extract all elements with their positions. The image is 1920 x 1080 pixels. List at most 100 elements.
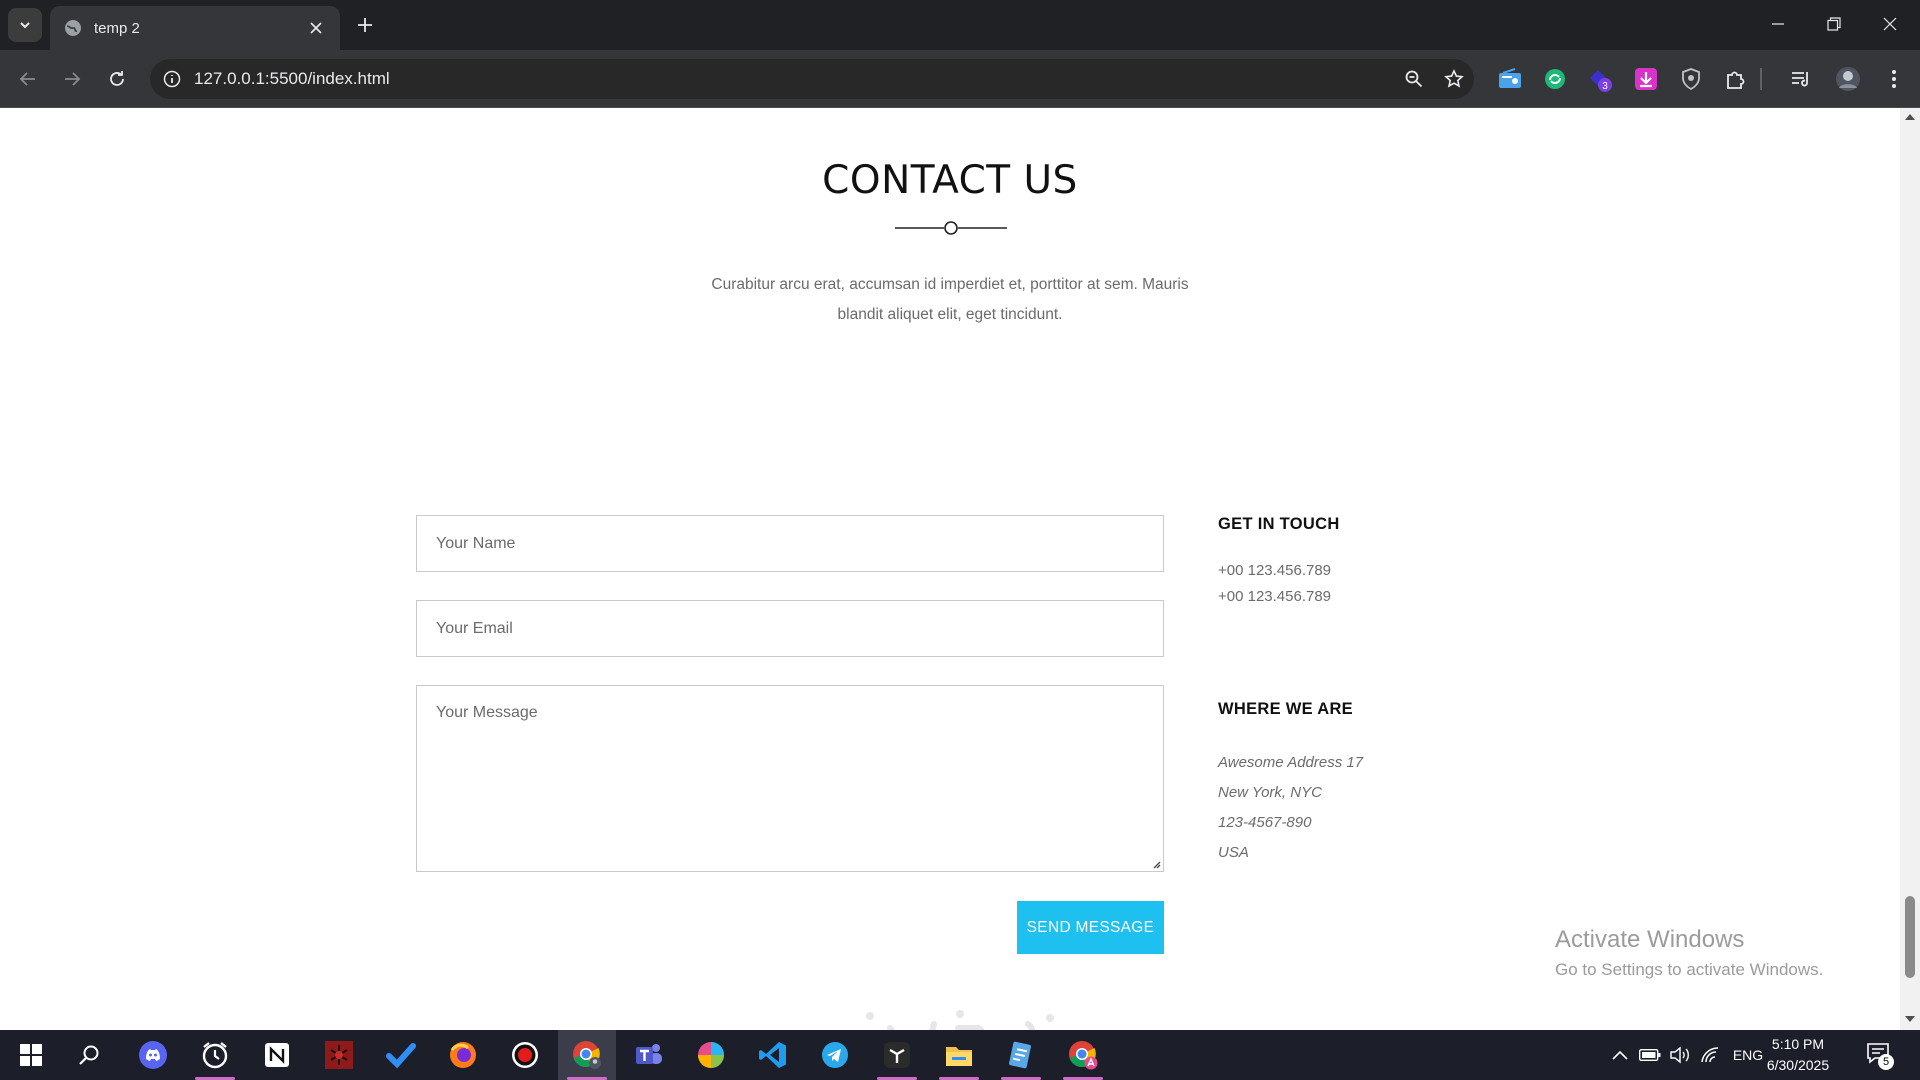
taskbar-notion[interactable]: [248, 1030, 306, 1080]
where-we-are-heading: WHERE WE ARE: [1218, 700, 1353, 718]
taskbar-chart-app[interactable]: [682, 1030, 740, 1080]
start-icon: [20, 1044, 42, 1066]
title-divider: [895, 221, 1007, 235]
more-menu-icon[interactable]: [1880, 65, 1908, 93]
arrow-right-icon: [65, 72, 81, 86]
volume-tray[interactable]: [1666, 1030, 1694, 1080]
media-control-icon[interactable]: [1787, 65, 1815, 93]
taskbar-spiderman-game[interactable]: [310, 1030, 368, 1080]
message-placeholder: Your Message: [436, 704, 538, 721]
page-title: CONTACT US: [822, 158, 1078, 203]
extension-badge: 3: [1602, 81, 1608, 92]
battery-icon: [1639, 1049, 1661, 1061]
shield-extension-icon[interactable]: [1677, 65, 1705, 93]
watermark-subtitle: Go to Settings to activate Windows.: [1555, 960, 1824, 979]
arrow-left-icon: [19, 72, 35, 86]
get-in-touch-heading: GET IN TOUCH: [1218, 515, 1340, 533]
minimize-button[interactable]: [1750, 0, 1806, 48]
taskbar-app[interactable]: [868, 1030, 926, 1080]
phone-1: +00 123.456.789: [1218, 562, 1332, 579]
minimize-icon: [1772, 23, 1784, 25]
file-explorer-icon: [946, 1047, 972, 1066]
taskbar-clock[interactable]: 5:10 PM 6/30/2025: [1760, 1034, 1836, 1076]
chevron-up-icon: [1612, 1050, 1628, 1060]
send-message-button[interactable]: SEND MESSAGE: [1017, 901, 1164, 954]
taskbar-telegram[interactable]: [806, 1030, 864, 1080]
taskbar-chrome[interactable]: [558, 1030, 616, 1080]
chevron-down-icon: [20, 22, 30, 29]
taskbar-todo[interactable]: [372, 1030, 430, 1080]
shapes-extension-icon[interactable]: 3: [1586, 65, 1614, 93]
scrollbar-thumb[interactable]: [1905, 896, 1915, 978]
notification-count: 5: [1878, 1054, 1894, 1070]
activate-windows-watermark: Activate Windows Go to Settings to activ…: [1555, 926, 1823, 980]
download-extension-icon[interactable]: [1632, 65, 1660, 93]
tab-strip: temp 2: [0, 0, 1920, 50]
taskbar-recorder[interactable]: [496, 1030, 554, 1080]
show-hidden-icons[interactable]: [1606, 1030, 1634, 1080]
name-input[interactable]: Your Name: [416, 515, 1164, 572]
name-placeholder: Your Name: [436, 534, 516, 552]
page-viewport: CONTACT US Curabitur arcu erat, accumsan…: [0, 108, 1900, 1030]
reload-button[interactable]: [99, 61, 135, 97]
scroll-down-icon[interactable]: [1905, 1014, 1915, 1024]
notes-icon: [1009, 1041, 1031, 1069]
tab-search-button[interactable]: [8, 8, 42, 42]
scroll-up-icon[interactable]: [1905, 112, 1915, 122]
browser-toolbar: 127.0.0.1:5500/index.html 3: [0, 50, 1920, 108]
windows-taskbar: ENG 5:10 PM 6/30/2025 5: [0, 1030, 1920, 1080]
url-text[interactable]: 127.0.0.1:5500/index.html: [194, 69, 1394, 89]
tab-close-icon[interactable]: [306, 18, 326, 38]
site-info-icon[interactable]: [150, 70, 194, 88]
taskbar-teams[interactable]: [620, 1030, 678, 1080]
taskbar-search-button[interactable]: [60, 1030, 118, 1080]
extensions-puzzle-icon[interactable]: [1722, 65, 1750, 93]
tab-temp-2[interactable]: temp 2: [50, 6, 340, 50]
forward-button[interactable]: [54, 61, 90, 97]
restore-button[interactable]: [1806, 0, 1862, 48]
taskbar-file-explorer[interactable]: [930, 1030, 988, 1080]
notification-center[interactable]: 5: [1866, 1042, 1896, 1070]
todo-icon: [386, 1043, 416, 1069]
discord-icon: [139, 1041, 167, 1069]
address-line-2: New York, NYC: [1218, 784, 1322, 801]
tab-title: temp 2: [94, 19, 140, 37]
taskbar-discord[interactable]: [124, 1030, 182, 1080]
wifi-icon: [1701, 1047, 1719, 1063]
taskbar-vscode[interactable]: [744, 1030, 802, 1080]
message-textarea[interactable]: Your Message: [416, 685, 1164, 872]
firefox-icon: [450, 1042, 476, 1068]
taskbar-alarms[interactable]: [186, 1030, 244, 1080]
resize-handle-icon[interactable]: [1151, 859, 1161, 869]
close-window-button[interactable]: [1862, 0, 1918, 48]
address-line-1: Awesome Address 17: [1218, 754, 1364, 771]
watermark-title: Activate Windows: [1555, 926, 1745, 953]
phone-2: +00 123.456.789: [1218, 588, 1332, 605]
taskbar-firefox[interactable]: [434, 1030, 492, 1080]
wifi-tray[interactable]: [1696, 1030, 1724, 1080]
sync-extension-icon[interactable]: [1541, 65, 1569, 93]
clock-time: 5:10 PM: [1771, 1036, 1825, 1052]
app-icon: [884, 1042, 910, 1068]
radio-extension-icon[interactable]: [1496, 65, 1524, 93]
battery-tray[interactable]: [1636, 1030, 1664, 1080]
zoom-icon[interactable]: [1394, 70, 1434, 88]
back-button[interactable]: [10, 61, 46, 97]
taskbar-chrome-profile[interactable]: [1054, 1030, 1112, 1080]
profile-avatar[interactable]: [1834, 65, 1862, 93]
new-tab-button[interactable]: [352, 12, 378, 38]
email-placeholder: Your Email: [436, 619, 513, 637]
taskbar-notes[interactable]: [992, 1030, 1050, 1080]
email-input[interactable]: Your Email: [416, 600, 1164, 657]
start-button[interactable]: [2, 1030, 60, 1080]
page-scrollbar[interactable]: [1900, 108, 1920, 1030]
teams-icon: [636, 1044, 662, 1064]
telegram-icon: [822, 1042, 848, 1068]
plus-icon: [358, 18, 372, 32]
address-line-4: USA: [1218, 844, 1249, 861]
toolbar-divider: [1760, 68, 1762, 90]
address-line-3: 123-4567-890: [1218, 814, 1312, 831]
address-bar[interactable]: 127.0.0.1:5500/index.html: [150, 59, 1474, 99]
chrome-icon: [573, 1041, 601, 1069]
bookmark-star-icon[interactable]: [1434, 69, 1474, 89]
